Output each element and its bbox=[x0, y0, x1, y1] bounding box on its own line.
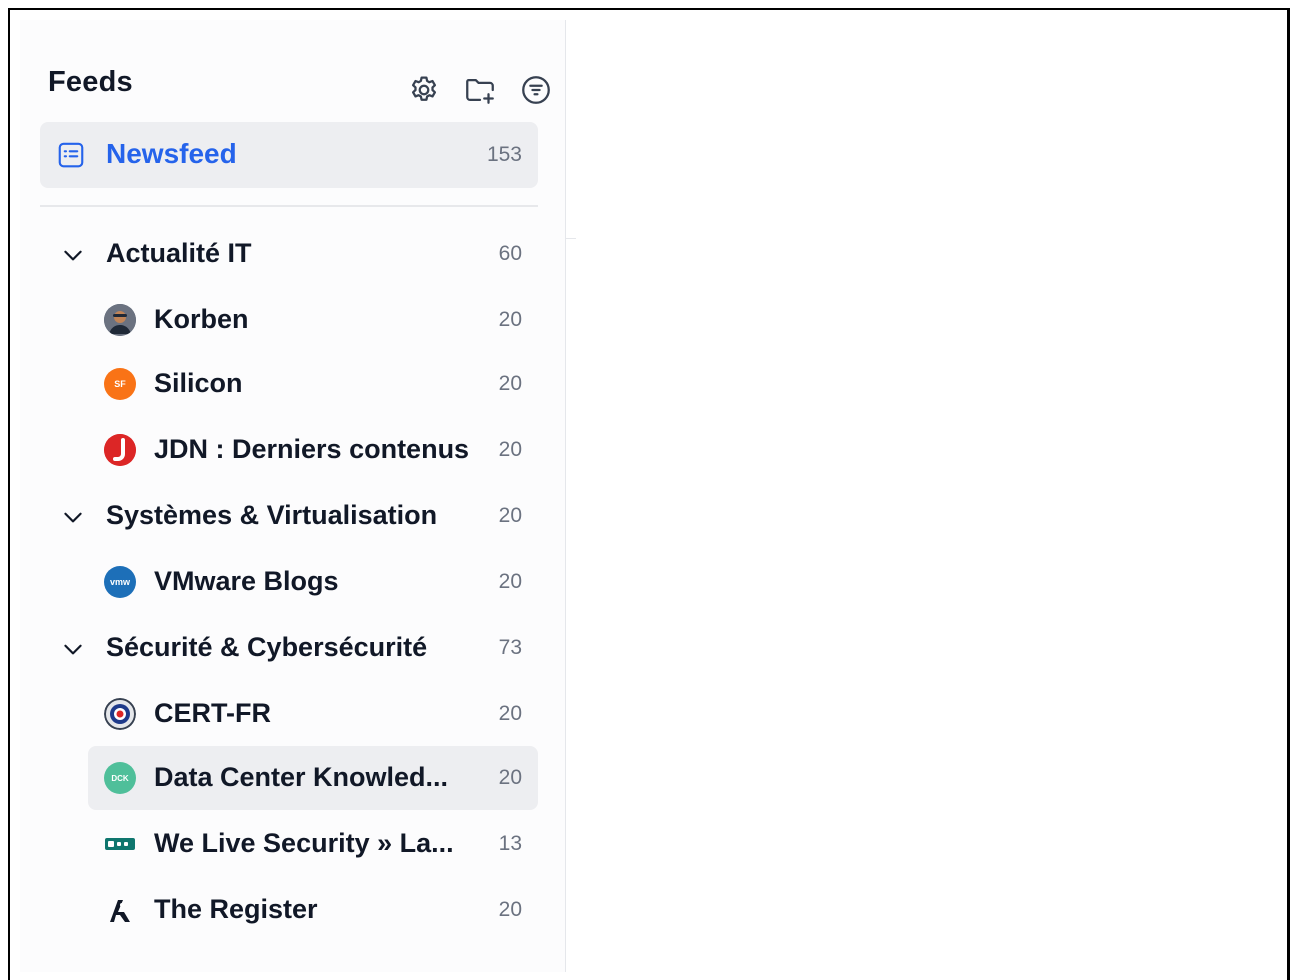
list-icon bbox=[58, 142, 84, 168]
dck-logo-icon: DCK bbox=[104, 762, 136, 794]
cert-fr-logo-icon bbox=[104, 698, 136, 730]
feed-count: 20 bbox=[498, 438, 522, 461]
feed-label: Korben bbox=[154, 304, 249, 334]
feed-count: 20 bbox=[498, 766, 522, 789]
feed-label: JDN : Derniers contenus bbox=[154, 434, 470, 464]
category-label: Actualité IT bbox=[106, 238, 252, 268]
jdn-logo-icon bbox=[104, 434, 136, 466]
feed-label: Data Center Knowled... bbox=[154, 762, 449, 792]
feed-count: 20 bbox=[498, 570, 522, 593]
category-systemes-virtualisation[interactable]: Systèmes & Virtualisation 20 bbox=[40, 484, 538, 548]
the-register-logo-icon bbox=[104, 894, 136, 926]
filter-icon bbox=[522, 76, 550, 104]
filter-button[interactable] bbox=[518, 72, 554, 108]
feed-label: The Register bbox=[154, 894, 318, 924]
newsfeed-count: 153 bbox=[486, 143, 522, 166]
feed-label: VMware Blogs bbox=[154, 566, 339, 596]
feed-item-silicon[interactable]: SF Silicon 20 bbox=[40, 352, 538, 416]
gear-icon bbox=[411, 76, 437, 101]
chevron-down-icon[interactable] bbox=[60, 636, 86, 662]
vmware-logo-text: vmw bbox=[109, 577, 130, 587]
category-label: Sécurité & Cybersécurité bbox=[106, 632, 428, 662]
feed-count: 20 bbox=[498, 372, 522, 395]
silicon-logo-icon: SF bbox=[104, 368, 136, 400]
feed-count: 20 bbox=[498, 702, 522, 725]
category-securite-cybersecurite[interactable]: Sécurité & Cybersécurité 73 bbox=[40, 616, 538, 680]
page-title: Feeds bbox=[48, 66, 133, 98]
vmware-logo-icon: vmw bbox=[104, 566, 136, 598]
divider bbox=[40, 205, 538, 207]
feed-count: 20 bbox=[498, 308, 522, 331]
feed-count: 13 bbox=[498, 832, 522, 855]
feeds-sidebar: Feeds Newsfeed 153 Actualité IT 60 Korbe… bbox=[20, 20, 566, 972]
newsfeed-label: Newsfeed bbox=[106, 138, 237, 169]
feed-item-jdn[interactable]: JDN : Derniers contenus 20 bbox=[40, 418, 538, 482]
dck-logo-text: DCK bbox=[111, 773, 129, 783]
chevron-down-icon[interactable] bbox=[60, 504, 86, 530]
silicon-logo-text: SF bbox=[114, 379, 126, 389]
category-count: 60 bbox=[498, 242, 522, 265]
category-actualite-it[interactable]: Actualité IT 60 bbox=[40, 222, 538, 286]
feed-label: We Live Security » La... bbox=[154, 828, 454, 858]
welivesecurity-logo-icon bbox=[104, 828, 136, 860]
feed-item-vmware[interactable]: vmw VMware Blogs 20 bbox=[40, 550, 538, 614]
chevron-down-icon[interactable] bbox=[60, 242, 86, 268]
feed-item-cert-fr[interactable]: CERT-FR 20 bbox=[40, 682, 538, 746]
korben-avatar-icon bbox=[104, 304, 136, 336]
newsfeed-item[interactable]: Newsfeed 153 bbox=[40, 122, 538, 188]
add-folder-button[interactable] bbox=[462, 72, 498, 108]
category-count: 20 bbox=[498, 504, 522, 527]
settings-button[interactable] bbox=[406, 72, 442, 108]
category-count: 73 bbox=[498, 636, 522, 659]
folder-add-icon bbox=[466, 78, 494, 104]
feed-item-data-center-knowledge[interactable]: DCK Data Center Knowled... 20 bbox=[88, 746, 538, 810]
feed-item-korben[interactable]: Korben 20 bbox=[40, 288, 538, 352]
feed-item-we-live-security[interactable]: We Live Security » La... 13 bbox=[40, 812, 538, 876]
content-divider bbox=[566, 238, 576, 239]
feed-label: CERT-FR bbox=[154, 698, 271, 728]
sidebar-header: Feeds bbox=[48, 42, 550, 104]
feed-item-the-register[interactable]: The Register 20 bbox=[40, 878, 538, 942]
feed-count: 20 bbox=[498, 898, 522, 921]
feed-label: Silicon bbox=[154, 368, 243, 398]
category-label: Systèmes & Virtualisation bbox=[106, 500, 438, 530]
